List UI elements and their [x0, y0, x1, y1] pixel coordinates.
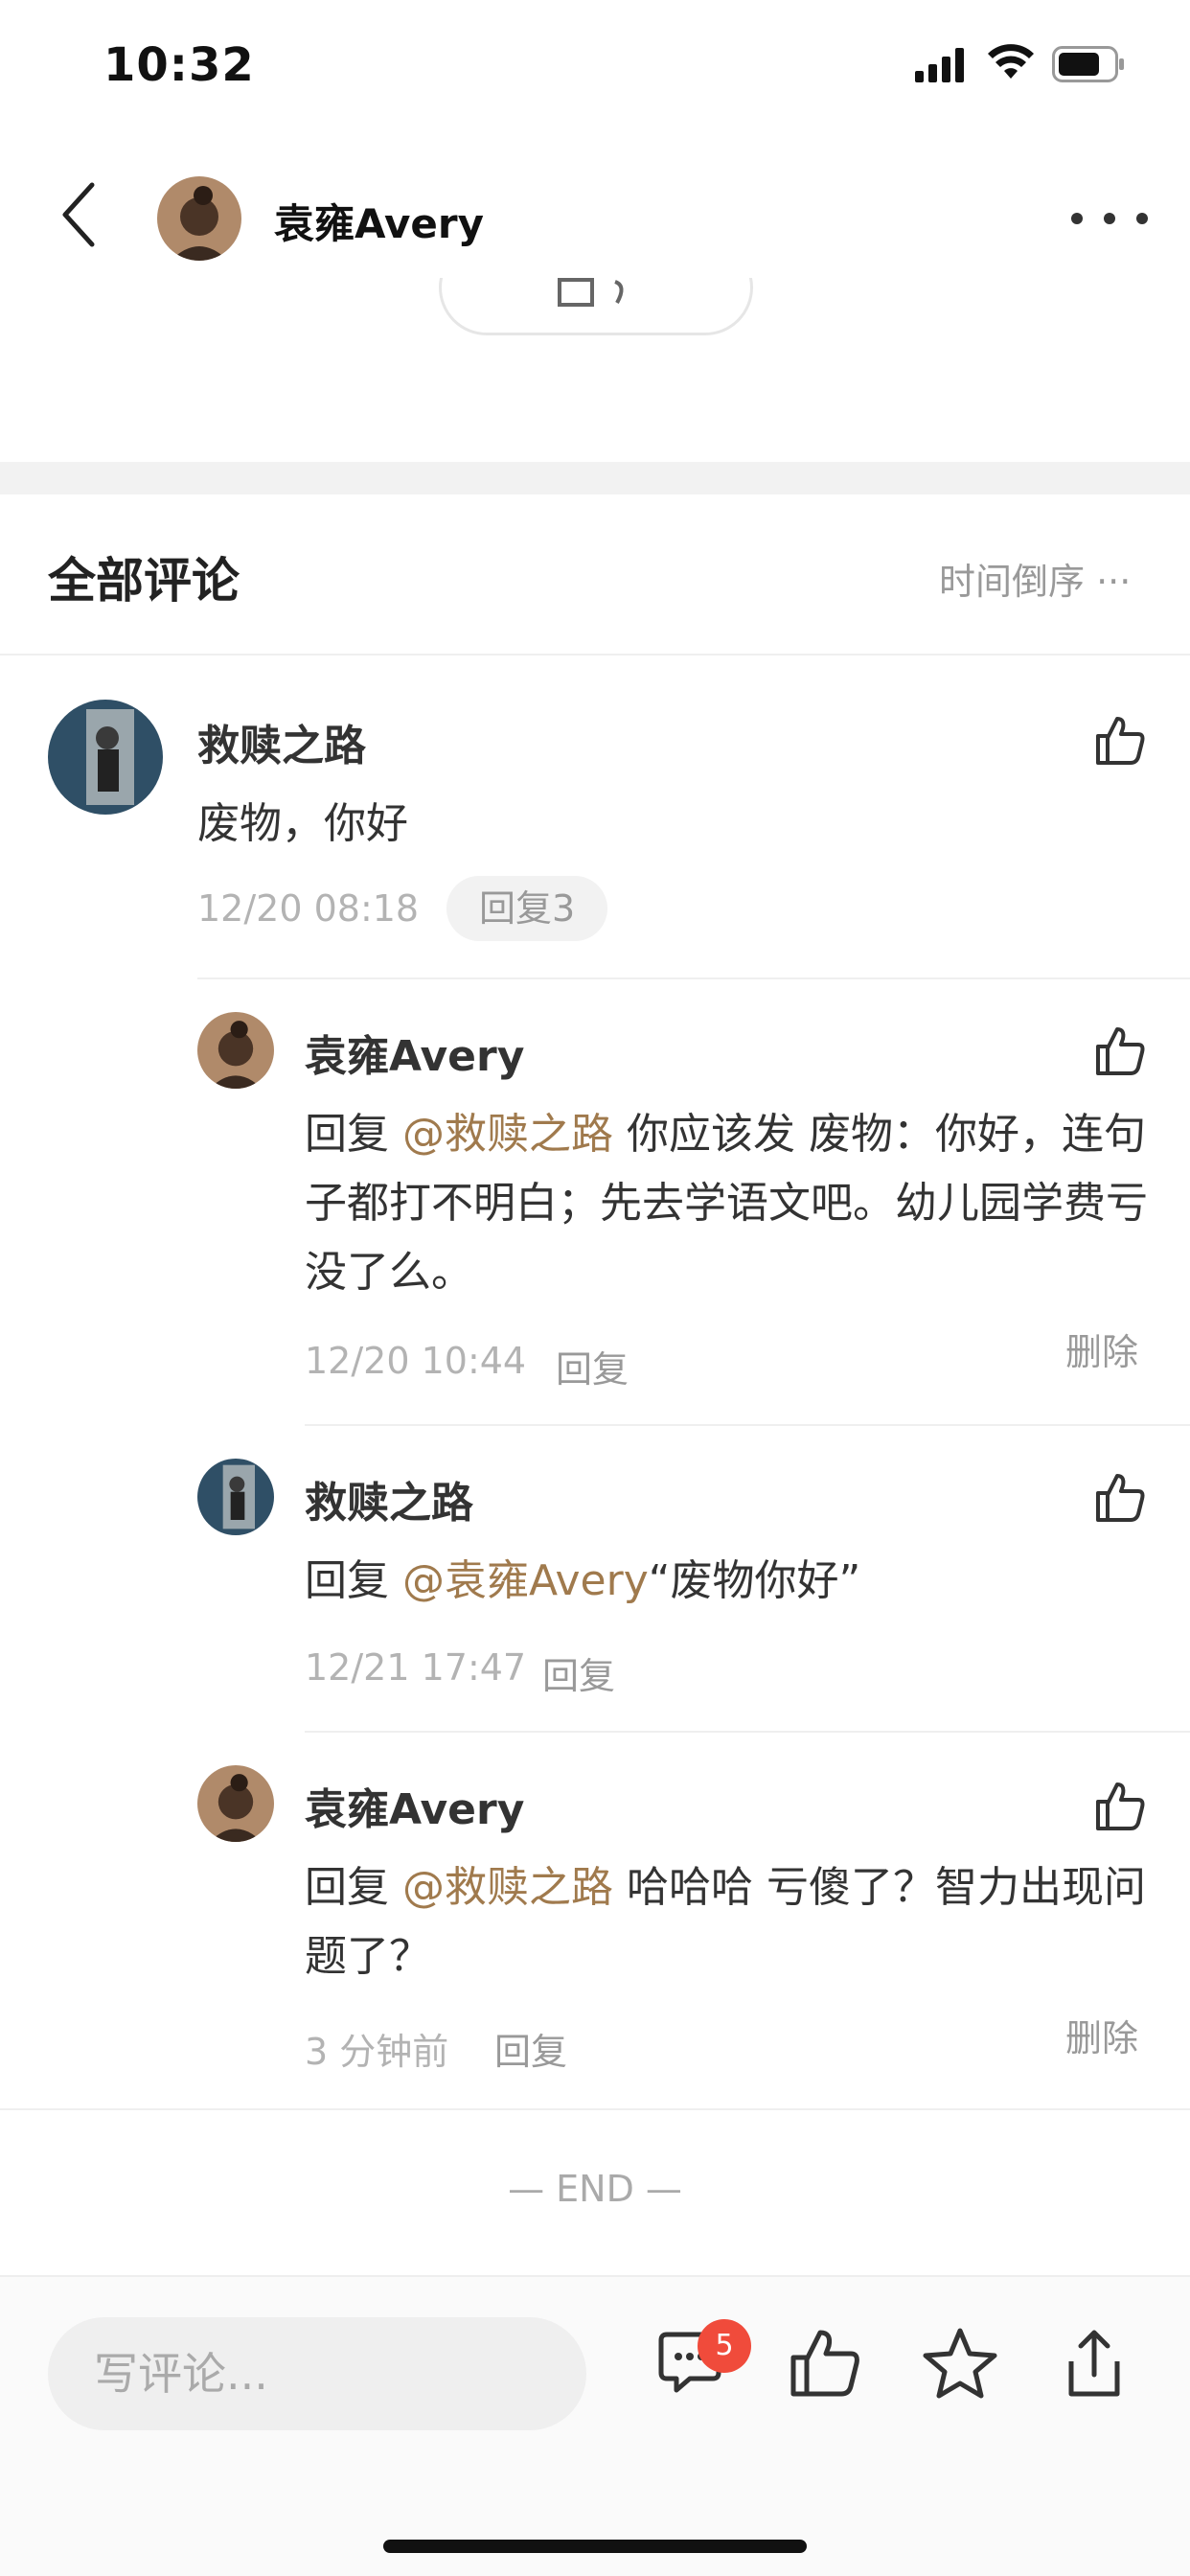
- delete-button[interactable]: 删除: [1065, 1322, 1138, 1375]
- divider: [0, 654, 1190, 656]
- reply-prefix: 回复: [305, 1863, 402, 1912]
- battery-icon: [1052, 46, 1124, 82]
- reply-text: 回复 @救赎之路 哈哈哈 亏傻了？智力出现问题了？: [305, 1853, 1148, 1991]
- end-marker: — END —: [508, 2168, 682, 2210]
- reply-button[interactable]: 回复: [556, 1340, 629, 1392]
- avatar[interactable]: [197, 1012, 274, 1089]
- thumbs-up-icon[interactable]: [1092, 1024, 1146, 1077]
- mention-link[interactable]: @救赎之路: [402, 1110, 613, 1159]
- divider: [305, 1731, 1190, 1733]
- back-arrow-icon: [62, 182, 95, 247]
- reply-user-name[interactable]: 袁雍Avery: [305, 1775, 524, 1836]
- reply-time: 12/21 17:47: [305, 1646, 527, 1689]
- thumbs-up-icon[interactable]: [1092, 1779, 1146, 1832]
- reply-time: 12/20 10:44: [305, 1340, 527, 1382]
- nav-bar: 袁雍Avery: [0, 153, 1190, 278]
- share-icon[interactable]: [1056, 2325, 1133, 2402]
- view-replies-button[interactable]: 回复3: [446, 876, 608, 941]
- thumbs-up-icon[interactable]: [1092, 713, 1146, 767]
- author-name[interactable]: 袁雍Avery: [274, 192, 484, 250]
- avatar[interactable]: [197, 1765, 274, 1842]
- back-button[interactable]: [50, 174, 107, 255]
- home-indicator: [383, 2540, 807, 2553]
- reply-text: 回复 @袁雍Avery“废物你好”: [305, 1547, 1148, 1616]
- delete-button[interactable]: 删除: [1065, 2009, 1138, 2061]
- reply-user-name[interactable]: 救赎之路: [305, 1468, 473, 1530]
- reply-user-name[interactable]: 袁雍Avery: [305, 1022, 524, 1083]
- mention-link[interactable]: @救赎之路: [402, 1863, 613, 1912]
- star-icon[interactable]: [922, 2325, 998, 2402]
- divider: [0, 2108, 1190, 2110]
- more-button[interactable]: [1071, 190, 1148, 247]
- more-icon-dot: [1104, 213, 1115, 224]
- reply-text: 回复 @救赎之路 你应该发 废物：你好，连句子都打不明白；先去学语文吧。幼儿园学…: [305, 1100, 1148, 1307]
- comment-time: 12/20 08:18: [197, 887, 420, 930]
- mention-link[interactable]: @袁雍Avery: [402, 1556, 649, 1605]
- status-time: 10:32: [103, 38, 255, 92]
- section-divider: [0, 462, 1190, 494]
- comment-text: 废物，你好: [197, 799, 408, 848]
- sort-button[interactable]: 时间倒序 ···: [939, 552, 1131, 605]
- more-icon-dot: [1071, 213, 1083, 224]
- reply-time: 3 分钟前: [305, 2031, 449, 2073]
- avatar[interactable]: [197, 1459, 274, 1535]
- divider: [305, 1424, 1190, 1426]
- reply-button[interactable]: 回复: [542, 1646, 615, 1699]
- more-icon-dot: [1136, 213, 1148, 224]
- reply-body: “废物你好”: [648, 1556, 861, 1605]
- bottom-toolbar: 写评论... 5: [0, 2275, 1190, 2576]
- thumbs-up-icon[interactable]: [1092, 1470, 1146, 1524]
- status-bar: 10:32: [0, 0, 1190, 134]
- divider: [197, 978, 1190, 979]
- comments-section-title: 全部评论: [48, 553, 240, 609]
- thumbs-up-icon[interactable]: [786, 2325, 862, 2402]
- avatar[interactable]: [48, 700, 163, 815]
- signal-icon: [915, 48, 964, 82]
- wifi-icon: [988, 44, 1034, 79]
- reply-prefix: 回复: [305, 1556, 402, 1605]
- comment-user-name[interactable]: 救赎之路: [197, 711, 366, 772]
- partial-icon: [558, 278, 624, 307]
- reply-button[interactable]: 回复: [494, 2022, 567, 2075]
- comment-input[interactable]: 写评论...: [48, 2317, 586, 2430]
- author-avatar[interactable]: [157, 176, 241, 261]
- reply-prefix: 回复: [305, 1110, 402, 1159]
- comment-count-badge: 5: [698, 2319, 751, 2373]
